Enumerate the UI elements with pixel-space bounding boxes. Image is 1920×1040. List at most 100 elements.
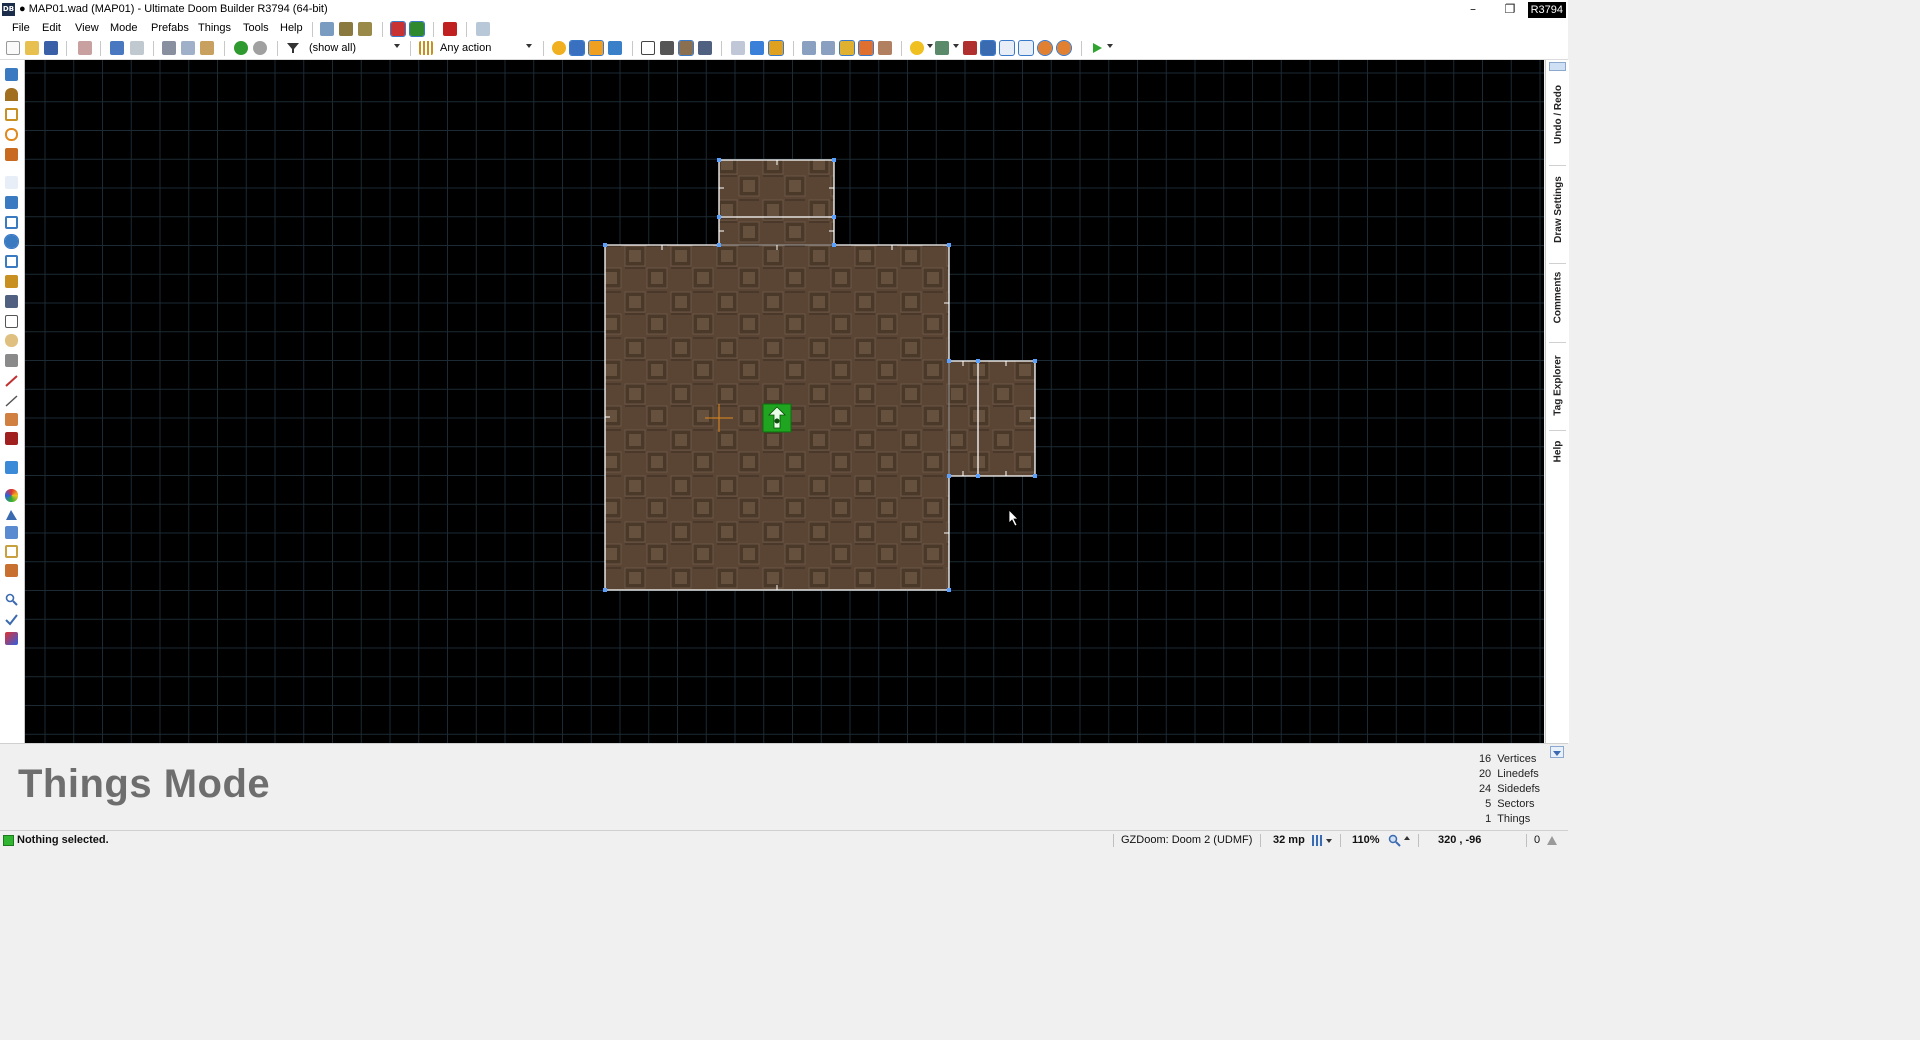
open-map-icon[interactable] xyxy=(25,41,39,55)
find-replace-icon[interactable] xyxy=(5,593,18,606)
tag-icon[interactable] xyxy=(476,22,490,36)
thing-mode-icon[interactable] xyxy=(409,21,425,37)
sync-icon[interactable] xyxy=(1018,40,1034,56)
vertex[interactable] xyxy=(947,243,951,247)
menu-edit[interactable]: Edit xyxy=(42,22,61,34)
zoom-icon[interactable] xyxy=(1388,834,1401,850)
resources-icon[interactable] xyxy=(358,22,372,36)
lightbulb-icon[interactable] xyxy=(910,41,924,55)
vertex[interactable] xyxy=(717,243,721,247)
vertex[interactable] xyxy=(717,158,721,162)
replace-geometry-icon[interactable] xyxy=(768,40,784,56)
copy-icon[interactable] xyxy=(181,41,195,55)
zoom-label[interactable]: 110% xyxy=(1352,834,1380,846)
fog-icon[interactable] xyxy=(963,41,977,55)
bridge-icon[interactable] xyxy=(5,545,18,558)
draw-ellipse-icon[interactable] xyxy=(5,128,18,141)
flat-alignment-icon[interactable] xyxy=(5,275,18,288)
vertex[interactable] xyxy=(832,243,836,247)
brightness-mode-icon[interactable] xyxy=(5,295,18,308)
undo-icon[interactable] xyxy=(110,41,124,55)
warning-icon[interactable] xyxy=(1546,835,1558,849)
collapse-info-panel-icon[interactable] xyxy=(1550,746,1564,758)
sector-north-alcove[interactable] xyxy=(719,160,834,217)
vertex[interactable] xyxy=(717,215,721,219)
sky-icon[interactable] xyxy=(980,40,996,56)
vertex[interactable] xyxy=(947,359,951,363)
vertex[interactable] xyxy=(1033,359,1037,363)
sound-environment-icon[interactable] xyxy=(5,334,18,347)
menu-things[interactable]: Things xyxy=(198,22,231,34)
map-analysis-icon[interactable] xyxy=(5,613,18,626)
toggle-comments-icon[interactable] xyxy=(588,40,604,56)
color-picker-icon[interactable] xyxy=(5,489,18,502)
restore-button[interactable]: ❐ xyxy=(1491,0,1529,20)
chevron-down-icon[interactable] xyxy=(526,44,532,48)
linedef-mode-icon[interactable] xyxy=(390,21,406,37)
sound-propagation-icon[interactable] xyxy=(839,40,855,56)
chevron-up-icon[interactable] xyxy=(1404,836,1410,840)
new-map-icon[interactable] xyxy=(6,41,20,55)
model-render-icon[interactable] xyxy=(935,41,949,55)
draw-lines-icon[interactable] xyxy=(5,68,18,81)
visual-mode-icon[interactable] xyxy=(5,432,18,445)
linedefs-mode-icon[interactable] xyxy=(5,196,18,209)
flat-slope-icon[interactable] xyxy=(5,394,18,407)
view-floors-icon[interactable] xyxy=(678,40,694,56)
terrain-icon[interactable] xyxy=(5,508,18,521)
insert-prefab-icon[interactable] xyxy=(234,41,248,55)
visual-sloping-icon[interactable] xyxy=(1056,40,1072,56)
view-normal-icon[interactable] xyxy=(641,41,655,55)
save-map-icon[interactable] xyxy=(44,41,58,55)
3d-floor-icon[interactable] xyxy=(5,461,18,474)
rotate-icon[interactable] xyxy=(878,41,892,55)
chevron-down-icon[interactable] xyxy=(1107,44,1113,48)
sector-east-alcove[interactable] xyxy=(978,361,1035,476)
sound-propagation-mode-icon[interactable] xyxy=(5,413,18,426)
filter-icon[interactable] xyxy=(286,41,300,55)
view-brightness-icon[interactable] xyxy=(660,41,674,55)
event-lines-icon[interactable] xyxy=(1037,40,1053,56)
edit-selection-icon[interactable] xyxy=(5,255,18,268)
list-view-icon[interactable] xyxy=(821,41,835,55)
test-map-flag-icon[interactable] xyxy=(443,22,457,36)
grid-setup-icon[interactable] xyxy=(802,41,816,55)
draw-slope-icon[interactable] xyxy=(5,374,18,387)
sector-east-step[interactable] xyxy=(949,361,978,476)
things-filter-combo[interactable]: (show all) xyxy=(309,42,356,54)
menu-file[interactable]: File xyxy=(12,22,30,34)
menu-view[interactable]: View xyxy=(75,22,99,34)
paste-icon[interactable] xyxy=(200,41,214,55)
redo-icon[interactable] xyxy=(130,41,144,55)
menu-mode[interactable]: Mode xyxy=(110,22,138,34)
full-brightness-icon[interactable] xyxy=(552,41,566,55)
chevron-down-icon[interactable] xyxy=(953,44,959,48)
chevron-down-icon[interactable] xyxy=(1326,839,1332,843)
menu-prefabs[interactable]: Prefabs xyxy=(151,22,189,34)
sector-north-step[interactable] xyxy=(719,217,834,245)
merge-geometry-icon[interactable] xyxy=(731,41,745,55)
test-map-icon[interactable] xyxy=(1090,41,1104,55)
chevron-down-icon[interactable] xyxy=(927,44,933,48)
texture-browser-icon[interactable] xyxy=(5,632,18,645)
layers-icon[interactable] xyxy=(5,354,18,367)
vertex[interactable] xyxy=(832,158,836,162)
vertex[interactable] xyxy=(603,243,607,247)
menu-tools[interactable]: Tools xyxy=(243,22,269,34)
tab-draw-settings[interactable]: Draw Settings xyxy=(1549,172,1567,247)
vertex[interactable] xyxy=(1033,474,1037,478)
tab-tag-explorer[interactable]: Tag Explorer xyxy=(1549,349,1567,421)
grid-size-label[interactable]: 32 mp xyxy=(1273,834,1305,846)
map-options-icon[interactable] xyxy=(320,22,334,36)
warnings-count[interactable]: 0 xyxy=(1534,834,1540,846)
tab-help[interactable]: Help xyxy=(1549,436,1567,466)
snap-to-grid-icon[interactable] xyxy=(608,41,622,55)
draw-curve-icon[interactable] xyxy=(5,88,18,101)
draw-grid-icon[interactable] xyxy=(5,148,18,161)
vertices-mode-icon[interactable] xyxy=(5,176,18,189)
vertex[interactable] xyxy=(603,588,607,592)
tab-undo-redo[interactable]: Undo / Redo xyxy=(1549,78,1567,150)
vertex[interactable] xyxy=(947,474,951,478)
menu-help[interactable]: Help xyxy=(280,22,303,34)
vertex[interactable] xyxy=(976,474,980,478)
